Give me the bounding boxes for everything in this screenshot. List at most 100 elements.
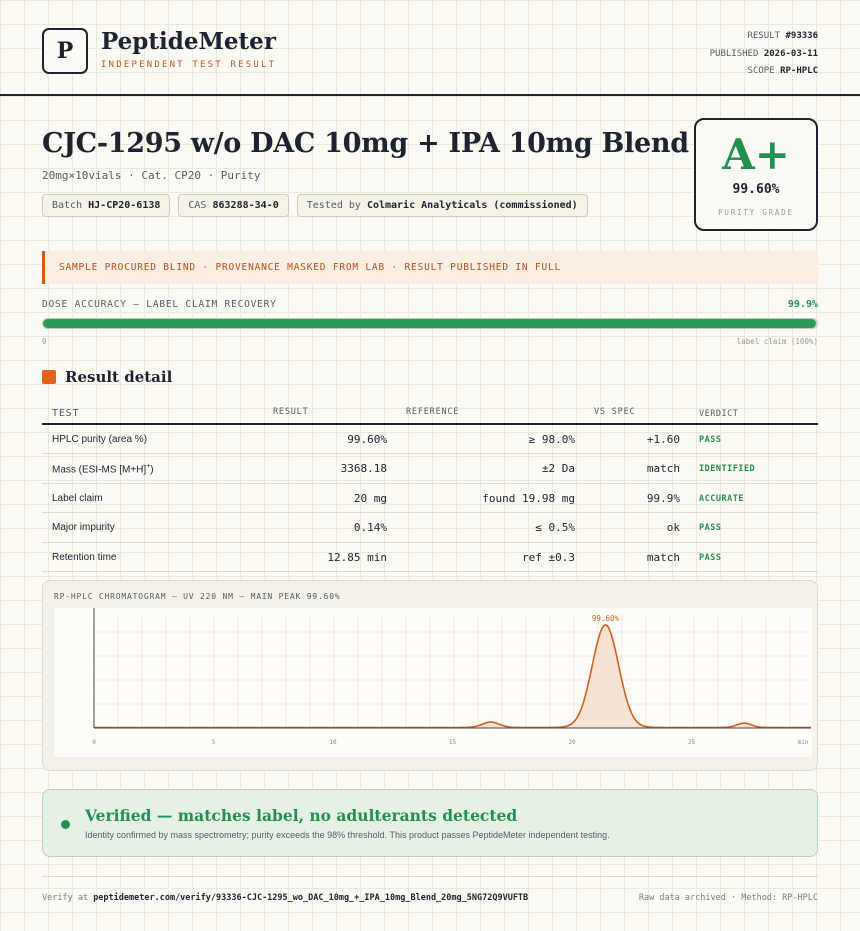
cell-vs-spec: match	[646, 462, 680, 476]
grade-label: PURITY GRADE	[718, 208, 794, 217]
dose-accuracy-fill	[43, 319, 817, 328]
dose-bar-min-label: 0	[42, 337, 47, 346]
chromatogram-card: RP-HPLC CHROMATOGRAM — UV 220 NM — MAIN …	[42, 580, 818, 771]
cas-value: 863288-34-0	[212, 200, 279, 211]
dose-accuracy-value: 99.9%	[787, 299, 818, 310]
cell-reference: ±2 Da	[541, 462, 575, 476]
meta-result-value: #93336	[785, 31, 818, 41]
cell-reference: found 19.98 mg	[482, 491, 575, 505]
table-row: Label claim 20 mg found 19.98 mg 99.9% A…	[42, 484, 818, 514]
cell-result: 0.14%	[353, 521, 387, 535]
meta-result: RESULT #93336	[710, 28, 818, 46]
product-pills: Batch HJ-CP20-6138 CAS 863288-34-0 Teste…	[42, 194, 588, 217]
dose-bar-max-label: label claim (100%)	[736, 337, 818, 346]
cell-test-text: Mass (ESI-MS [M+H]	[52, 464, 147, 476]
cell-result: 99.60%	[347, 433, 387, 446]
cell-reference: ≥ 98.0%	[528, 433, 575, 446]
header-vs-spec: VS SPEC	[594, 407, 636, 417]
section-title: Result detail	[65, 368, 173, 386]
cell-vs-spec: ok	[666, 521, 680, 535]
x-tick-label: 10	[329, 739, 337, 746]
cell-verdict: PASS	[699, 552, 722, 563]
chromatogram-plot-area: 0 5 10 15 20 25 min 99.60%	[54, 608, 812, 757]
batch-value: HJ-CP20-6138	[88, 200, 161, 211]
footer-verify-link[interactable]: peptidemeter.com/verify/93336-CJC-1295_w…	[93, 893, 528, 903]
cell-verdict: PASS	[699, 435, 722, 445]
meta-published: PUBLISHED 2026-03-11	[710, 46, 818, 64]
tested-value: Colmaric Analyticals (commissioned)	[366, 200, 578, 211]
cell-test-suffix: )	[150, 464, 154, 476]
batch-pill: Batch HJ-CP20-6138	[42, 194, 171, 217]
cell-test: Major impurity	[52, 522, 115, 534]
grade-letter: A+	[722, 130, 790, 179]
brand-logo: P	[42, 28, 88, 74]
x-tick-label: 0	[92, 739, 96, 746]
x-tick-label: 15	[449, 739, 457, 746]
header-result: RESULT	[273, 407, 309, 417]
header-reference: REFERENCE	[406, 407, 460, 417]
meta-published-label: PUBLISHED	[709, 48, 759, 59]
verified-callout: Verified — matches label, no adulterants…	[42, 789, 818, 857]
footer-verify-label: Verify at	[42, 893, 89, 903]
x-tick-label: 20	[568, 739, 576, 746]
dose-accuracy-label: DOSE ACCURACY — LABEL CLAIM RECOVERY	[42, 299, 277, 310]
brand-tagline: INDEPENDENT TEST RESULT	[101, 60, 277, 70]
table-row: Major impurity 0.14% ≤ 0.5% ok PASS	[42, 513, 818, 543]
result-meta: RESULT #93336 PUBLISHED 2026-03-11 SCOPE…	[710, 28, 818, 81]
section-marker-icon	[42, 370, 56, 384]
chromatogram-chart: 0 5 10 15 20 25 min 99.60%	[92, 608, 811, 746]
cell-test: Mass (ESI-MS [M+H]+)	[52, 463, 154, 475]
cell-test: HPLC purity (area %)	[52, 434, 148, 445]
product-title: CJC-1295 w/o DAC 10mg + IPA 10mg Blend	[42, 128, 689, 159]
cas-pill: CAS 863288-34-0	[178, 194, 289, 217]
purity-grade-card: A+ 99.60% PURITY GRADE	[694, 118, 818, 231]
brand-name: PeptideMeter	[101, 28, 276, 55]
meta-result-label: RESULT	[747, 31, 781, 41]
cell-test: Label claim	[52, 492, 103, 504]
chromatogram-area	[94, 624, 811, 728]
product-subtitle: 20mg×10vials · Cat. CP20 · Purity	[42, 169, 261, 182]
chromatogram-title: RP-HPLC CHROMATOGRAM — UV 220 NM — MAIN …	[54, 592, 341, 601]
footer-method: Raw data archived · Method: RP-HPLC	[638, 893, 818, 903]
footer-verify: Verify at peptidemeter.com/verify/93336-…	[42, 893, 528, 903]
tested-by-pill: Tested by Colmaric Analyticals (commissi…	[296, 194, 588, 217]
footer-divider	[42, 876, 818, 877]
x-tick-label: min	[798, 739, 809, 746]
dose-accuracy-bar	[42, 318, 818, 329]
table-row: Retention time 12.85 min ref ±0.3 match …	[42, 543, 818, 572]
cell-vs-spec: +1.60	[646, 433, 680, 446]
blind-procurement-banner: SAMPLE PROCURED BLIND · PROVENANCE MASKE…	[42, 251, 818, 284]
table-row: Mass (ESI-MS [M+H]+) 3368.18 ±2 Da match…	[42, 454, 818, 484]
cell-result: 12.85 min	[327, 550, 387, 564]
chromatogram-line	[94, 624, 811, 729]
cell-verdict: IDENTIFIED	[699, 464, 756, 475]
x-tick-label: 5	[212, 739, 216, 746]
batch-label: Batch	[52, 200, 83, 211]
cell-verdict: PASS	[699, 523, 722, 534]
page-header: P PeptideMeter INDEPENDENT TEST RESULT R…	[0, 0, 860, 96]
table-header: TEST RESULT REFERENCE VS SPEC VERDICT	[42, 399, 818, 425]
cell-vs-spec: 99.9%	[646, 491, 680, 505]
x-tick-label: 25	[688, 739, 696, 746]
tested-label: Tested by	[306, 200, 361, 211]
header-verdict: VERDICT	[699, 409, 739, 419]
result-table: TEST RESULT REFERENCE VS SPEC VERDICT HP…	[42, 399, 818, 572]
cell-result: 20 mg	[353, 491, 387, 505]
cas-label: CAS	[188, 200, 207, 211]
meta-scope-value: RP-HPLC	[780, 66, 818, 76]
cell-vs-spec: match	[646, 550, 680, 564]
header-test: TEST	[52, 408, 80, 419]
cell-reference: ≤ 0.5%	[535, 521, 575, 535]
peak-annotation-label: 99.60%	[592, 614, 620, 623]
meta-scope: SCOPE RP-HPLC	[710, 63, 818, 81]
meta-published-value: 2026-03-11	[763, 48, 818, 59]
meta-scope-label: SCOPE	[747, 66, 775, 76]
cell-result: 3368.18	[340, 462, 387, 476]
grade-value: 99.60%	[732, 182, 780, 197]
cell-test: Retention time	[52, 551, 117, 563]
table-row: HPLC purity (area %) 99.60% ≥ 98.0% +1.6…	[42, 425, 818, 455]
verified-dot-icon	[61, 820, 70, 829]
cell-verdict: ACCURATE	[699, 493, 744, 504]
cell-reference: ref ±0.3	[522, 550, 575, 564]
verified-subtitle: Identity confirmed by mass spectrometry;…	[85, 830, 610, 840]
